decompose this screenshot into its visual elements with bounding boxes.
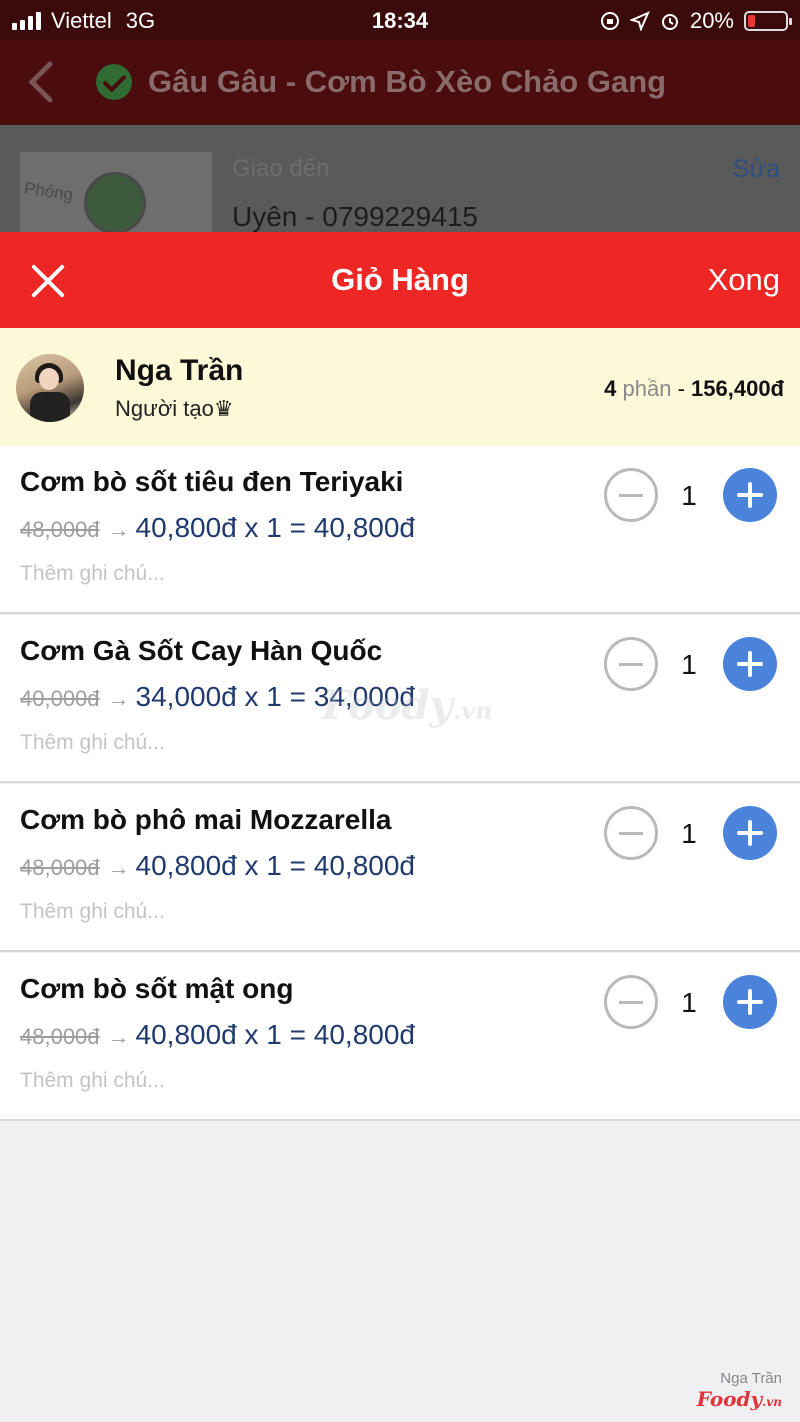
chevron-left-icon[interactable]	[22, 58, 62, 106]
item-name: Cơm bò sốt mật ong	[20, 973, 294, 1004]
minus-icon[interactable]	[604, 637, 658, 691]
arrow-right-icon: →	[107, 855, 130, 880]
plus-icon[interactable]	[723, 637, 777, 691]
map-label: Phóng	[22, 178, 75, 205]
deliver-label: Giao đến	[232, 155, 330, 182]
item-price-line: 48,000đ → 40,800đ x 1 = 40,800đ	[20, 1019, 415, 1051]
corner-watermark: Nga Trần Foody.vn	[697, 1370, 782, 1411]
item-count-unit: phần	[622, 376, 672, 401]
old-price: 48,000đ	[20, 855, 100, 880]
minus-icon[interactable]	[604, 806, 658, 860]
arrow-right-icon: →	[107, 1024, 130, 1049]
item-count: 4	[604, 376, 617, 401]
cart-header: Giỏ Hàng Xong	[0, 232, 800, 328]
quantity-value: 1	[681, 649, 697, 680]
plus-icon[interactable]	[723, 975, 777, 1029]
cart-item: Cơm bò sốt tiêu đen Teriyaki 48,000đ → 40,…	[0, 446, 800, 614]
quantity-value: 1	[681, 987, 697, 1018]
price-calculation: 40,800đ x 1 = 40,800đ	[135, 850, 415, 881]
cart-item: Cơm bò sốt mật ong 48,000đ → 40,800đ x 1 =…	[0, 953, 800, 1121]
cart-owner-row: Nga Trần Người tạo♛ 4 phần - 156,400đ	[0, 328, 800, 446]
watermark-brand: Foody.vn	[696, 1387, 782, 1411]
quantity-value: 1	[681, 480, 697, 511]
minus-icon[interactable]	[604, 468, 658, 522]
add-note-field[interactable]: Thêm ghi chú...	[20, 1069, 165, 1093]
owner-name: Nga Trần	[115, 354, 244, 387]
status-bar: Viettel 3G 18:34 20%	[0, 0, 800, 40]
item-name: Cơm bò phô mai Mozzarella	[20, 804, 392, 835]
add-note-field[interactable]: Thêm ghi chú...	[20, 562, 165, 586]
item-name: Cơm bò sốt tiêu đen Teriyaki	[20, 466, 404, 497]
price-calculation: 40,800đ x 1 = 40,800đ	[135, 1019, 415, 1050]
arrow-right-icon: →	[107, 686, 130, 711]
rotation-lock-icon	[600, 12, 619, 30]
summary-separator: -	[677, 376, 685, 401]
battery-icon	[744, 11, 792, 31]
watermark-logo: Foody.vn	[322, 682, 493, 729]
avatar	[16, 354, 84, 422]
delivery-info: Phóng Giao đến Uyên - 0799229415 Sửa	[0, 125, 800, 232]
arrow-right-icon: →	[107, 517, 130, 542]
map-pin-avatar	[84, 172, 146, 232]
cart-title: Giỏ Hàng	[331, 262, 469, 297]
plus-icon[interactable]	[723, 468, 777, 522]
add-note-field[interactable]: Thêm ghi chú...	[20, 731, 165, 755]
done-button[interactable]: Xong	[708, 262, 780, 298]
old-price: 48,000đ	[20, 1024, 100, 1049]
quantity-value: 1	[681, 818, 697, 849]
item-price-line: 48,000đ → 40,800đ x 1 = 40,800đ	[20, 850, 415, 882]
owner-role: Người tạo♛	[115, 396, 234, 421]
edit-address-link[interactable]: Sửa	[733, 155, 780, 184]
old-price: 40,000đ	[20, 686, 100, 711]
add-note-field[interactable]: Thêm ghi chú...	[20, 900, 165, 924]
battery-level-fill	[748, 15, 756, 27]
cart-total: 156,400đ	[691, 376, 784, 401]
restaurant-title: Gâu Gâu - Cơm Bò Xèo Chảo Gang	[148, 64, 667, 99]
deliver-recipient: Uyên - 0799229415	[232, 201, 478, 232]
cart-item: Cơm bò phô mai Mozzarella 48,000đ → 40,800…	[0, 784, 800, 952]
cart-summary: 4 phần - 156,400đ	[604, 376, 784, 402]
item-name: Cơm Gà Sốt Cay Hàn Quốc	[20, 635, 383, 666]
location-arrow-icon	[629, 11, 650, 31]
item-price-line: 48,000đ → 40,800đ x 1 = 40,800đ	[20, 512, 415, 544]
battery-percent: 20%	[689, 8, 734, 33]
watermark-author: Nga Trần	[720, 1370, 782, 1387]
price-calculation: 40,800đ x 1 = 40,800đ	[135, 512, 415, 543]
plus-icon[interactable]	[723, 806, 777, 860]
restaurant-header: Gâu Gâu - Cơm Bò Xèo Chảo Gang	[0, 40, 800, 125]
alarm-icon	[661, 14, 678, 30]
old-price: 48,000đ	[20, 517, 100, 542]
map-thumbnail: Phóng	[20, 152, 212, 232]
minus-icon[interactable]	[604, 975, 658, 1029]
check-circle-icon	[96, 64, 132, 100]
